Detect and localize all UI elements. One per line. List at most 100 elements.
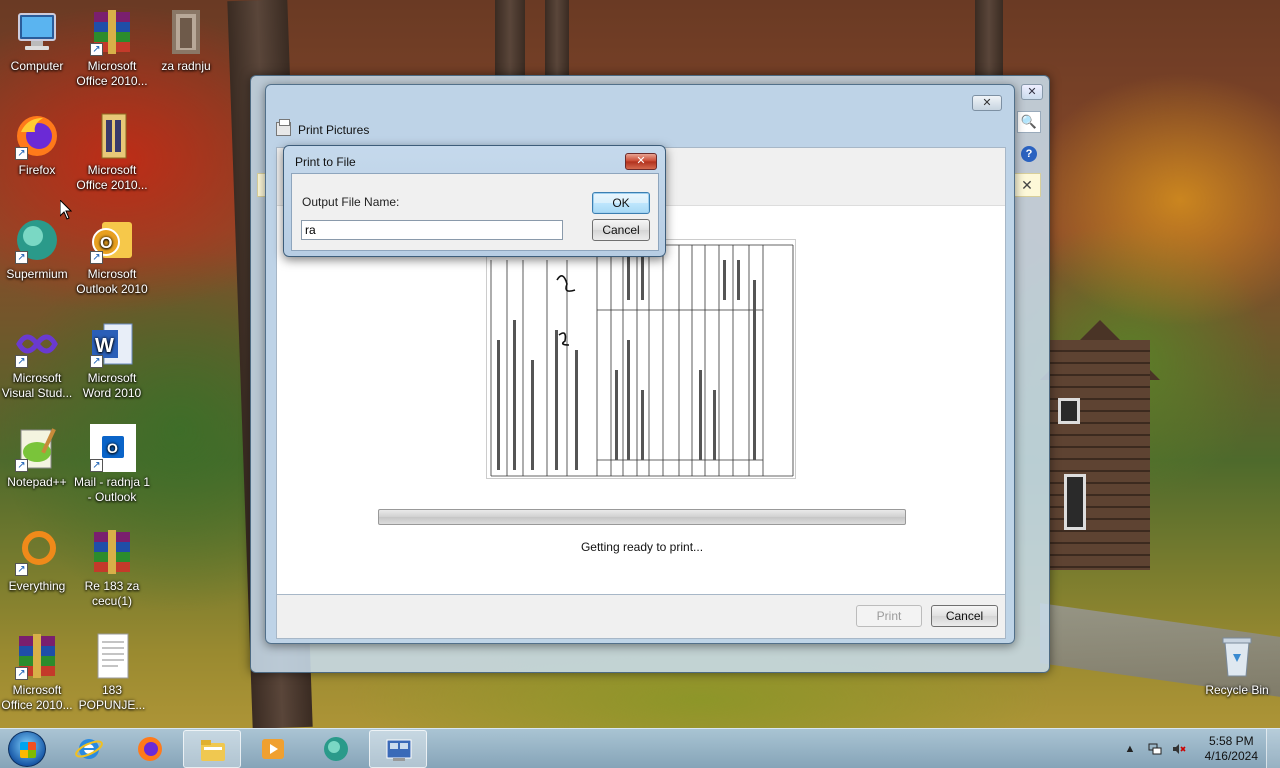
firefox-icon bbox=[138, 737, 162, 761]
notepad-plus-plus-icon: ↗ bbox=[13, 424, 61, 472]
tree-trunk bbox=[975, 0, 1003, 80]
desktop-icon-label: Everything bbox=[8, 579, 66, 593]
desktop-icon-label: Microsoft Office 2010... bbox=[76, 59, 148, 88]
desktop-icon-re-183[interactable]: Re 183 za cecu(1) bbox=[73, 528, 151, 609]
dialog-footer: Print Cancel bbox=[276, 595, 1006, 639]
computer-icon bbox=[13, 8, 61, 56]
show-hidden-icons-button[interactable]: ▲ bbox=[1123, 742, 1137, 756]
taskbar-supermium[interactable] bbox=[307, 730, 365, 768]
supermium-icon: ↗ bbox=[13, 216, 61, 264]
taskbar-internet-explorer[interactable] bbox=[60, 730, 118, 768]
svg-text:O: O bbox=[100, 235, 112, 252]
desktop-icon-notepad-plus-plus[interactable]: ↗ Notepad++ bbox=[0, 424, 76, 490]
cabin-window bbox=[1064, 474, 1086, 530]
desktop-icon-word[interactable]: W ↗ Microsoft Word 2010 bbox=[73, 320, 151, 401]
shortcut-arrow-icon: ↗ bbox=[15, 147, 28, 160]
shortcut-arrow-icon: ↗ bbox=[15, 251, 28, 264]
desktop-icon-supermium[interactable]: ↗ Supermium bbox=[0, 216, 76, 282]
clock-time: 5:58 PM bbox=[1208, 734, 1254, 748]
desktop-icon-label: Recycle Bin bbox=[1205, 683, 1269, 697]
mail-outlook-icon: O ↗ bbox=[88, 424, 136, 472]
mouse-cursor bbox=[60, 200, 72, 220]
folder-icon bbox=[162, 8, 210, 56]
close-icon[interactable]: ✕ bbox=[1021, 84, 1043, 100]
dialog-body: Output File Name: OK Cancel bbox=[291, 173, 659, 251]
cabin bbox=[1050, 340, 1150, 570]
dialog-title: Print Pictures bbox=[298, 123, 370, 137]
desktop-icon-office-archive-1[interactable]: ↗ Microsoft Office 2010... bbox=[73, 8, 151, 89]
show-desktop-button[interactable] bbox=[1266, 729, 1280, 768]
desktop-icon-label: Microsoft Outlook 2010 bbox=[76, 267, 148, 296]
desktop-icon-office-installer[interactable]: Microsoft Office 2010... bbox=[73, 112, 151, 193]
desktop-icon-visual-studio[interactable]: ↗ Microsoft Visual Stud... bbox=[0, 320, 76, 401]
office-setup-icon bbox=[88, 112, 136, 160]
desktop-icon-label: Microsoft Visual Stud... bbox=[1, 371, 73, 400]
shortcut-arrow-icon: ↗ bbox=[90, 251, 103, 264]
cancel-button[interactable]: Cancel bbox=[592, 219, 650, 241]
search-icon[interactable]: 🔍 bbox=[1017, 111, 1041, 133]
desktop-icon-label: za radnju bbox=[161, 59, 211, 73]
title-bar: Print Pictures ✕ bbox=[266, 85, 1014, 145]
close-icon[interactable]: ✕ bbox=[625, 153, 657, 170]
shortcut-arrow-icon: ↗ bbox=[15, 667, 28, 680]
taskbar-file-explorer[interactable] bbox=[183, 730, 241, 768]
cancel-button[interactable]: Cancel bbox=[931, 605, 998, 627]
print-button[interactable]: Print bbox=[856, 605, 922, 627]
desktop-icon-outlook[interactable]: O ↗ Microsoft Outlook 2010 bbox=[73, 216, 151, 297]
desktop-icon-label: Firefox bbox=[18, 163, 56, 177]
desktop-icon-label: Computer bbox=[10, 59, 64, 73]
progress-bar bbox=[378, 509, 906, 525]
tree-trunk bbox=[545, 0, 569, 75]
word-icon: W ↗ bbox=[88, 320, 136, 368]
taskbar-photo-viewer[interactable] bbox=[369, 730, 427, 768]
desktop-icon-mail-outlook[interactable]: O ↗ Mail - radnja 1 - Outlook bbox=[73, 424, 151, 505]
shortcut-arrow-icon: ↗ bbox=[90, 43, 103, 56]
taskbar-media-player[interactable] bbox=[244, 730, 302, 768]
windows-logo-icon bbox=[20, 742, 36, 758]
desktop-icon-firefox[interactable]: ↗ Firefox bbox=[0, 112, 76, 178]
status-text: Getting ready to print... bbox=[580, 540, 704, 554]
internet-explorer-icon bbox=[75, 739, 103, 759]
clock[interactable]: 5:58 PM 4/16/2024 bbox=[1205, 734, 1258, 764]
winrar-archive-icon bbox=[88, 528, 136, 576]
media-player-icon bbox=[262, 739, 284, 759]
folder-icon bbox=[201, 740, 225, 761]
desktop-icon-computer[interactable]: Computer bbox=[0, 8, 76, 74]
desktop-icon-label: 183 POPUNJE... bbox=[78, 683, 146, 712]
shortcut-arrow-icon: ↗ bbox=[15, 563, 28, 576]
printer-icon bbox=[276, 119, 291, 136]
document-preview-image bbox=[487, 240, 795, 478]
network-icon[interactable] bbox=[1148, 742, 1162, 756]
desktop-icon-office-archive-2[interactable]: ↗ Microsoft Office 2010... bbox=[0, 632, 76, 713]
ok-button[interactable]: OK bbox=[592, 192, 650, 214]
shortcut-arrow-icon: ↗ bbox=[90, 355, 103, 368]
winrar-archive-icon: ↗ bbox=[13, 632, 61, 680]
print-to-file-dialog: Print to File ✕ Output File Name: OK Can… bbox=[283, 145, 666, 257]
print-preview-thumbnail bbox=[486, 239, 796, 479]
desktop-icon-recycle-bin[interactable]: Recycle Bin bbox=[1198, 632, 1276, 698]
photo-viewer-icon bbox=[386, 739, 412, 761]
winrar-archive-icon: ↗ bbox=[88, 8, 136, 56]
volume-muted-icon[interactable] bbox=[1172, 742, 1186, 756]
tree-trunk bbox=[495, 0, 525, 80]
desktop-icon-everything[interactable]: ↗ Everything bbox=[0, 528, 76, 594]
close-icon[interactable]: ✕ bbox=[972, 95, 1002, 111]
output-file-name-label: Output File Name: bbox=[302, 195, 400, 209]
svg-text:W: W bbox=[95, 335, 114, 357]
everything-search-icon: ↗ bbox=[13, 528, 61, 576]
shortcut-arrow-icon: ↗ bbox=[15, 459, 28, 472]
recycle-bin-icon bbox=[1213, 632, 1261, 680]
shortcut-arrow-icon: ↗ bbox=[90, 459, 103, 472]
desktop-icon-za-radnju[interactable]: za radnju bbox=[147, 8, 225, 74]
start-button[interactable] bbox=[8, 731, 46, 767]
desktop-icon-183-popunje[interactable]: 183 POPUNJE... bbox=[73, 632, 151, 713]
clock-date: 4/16/2024 bbox=[1204, 749, 1258, 763]
outlook-icon: O ↗ bbox=[88, 216, 136, 264]
taskbar-firefox[interactable] bbox=[121, 730, 179, 768]
help-icon[interactable]: ? bbox=[1021, 146, 1037, 162]
desktop-icon-label: Mail - radnja 1 - Outlook bbox=[73, 475, 151, 504]
visual-studio-icon: ↗ bbox=[13, 320, 61, 368]
desktop-icon-label: Microsoft Word 2010 bbox=[82, 371, 142, 400]
output-file-name-input[interactable] bbox=[301, 220, 563, 240]
info-bar-close-icon[interactable]: ✕ bbox=[1013, 173, 1041, 197]
